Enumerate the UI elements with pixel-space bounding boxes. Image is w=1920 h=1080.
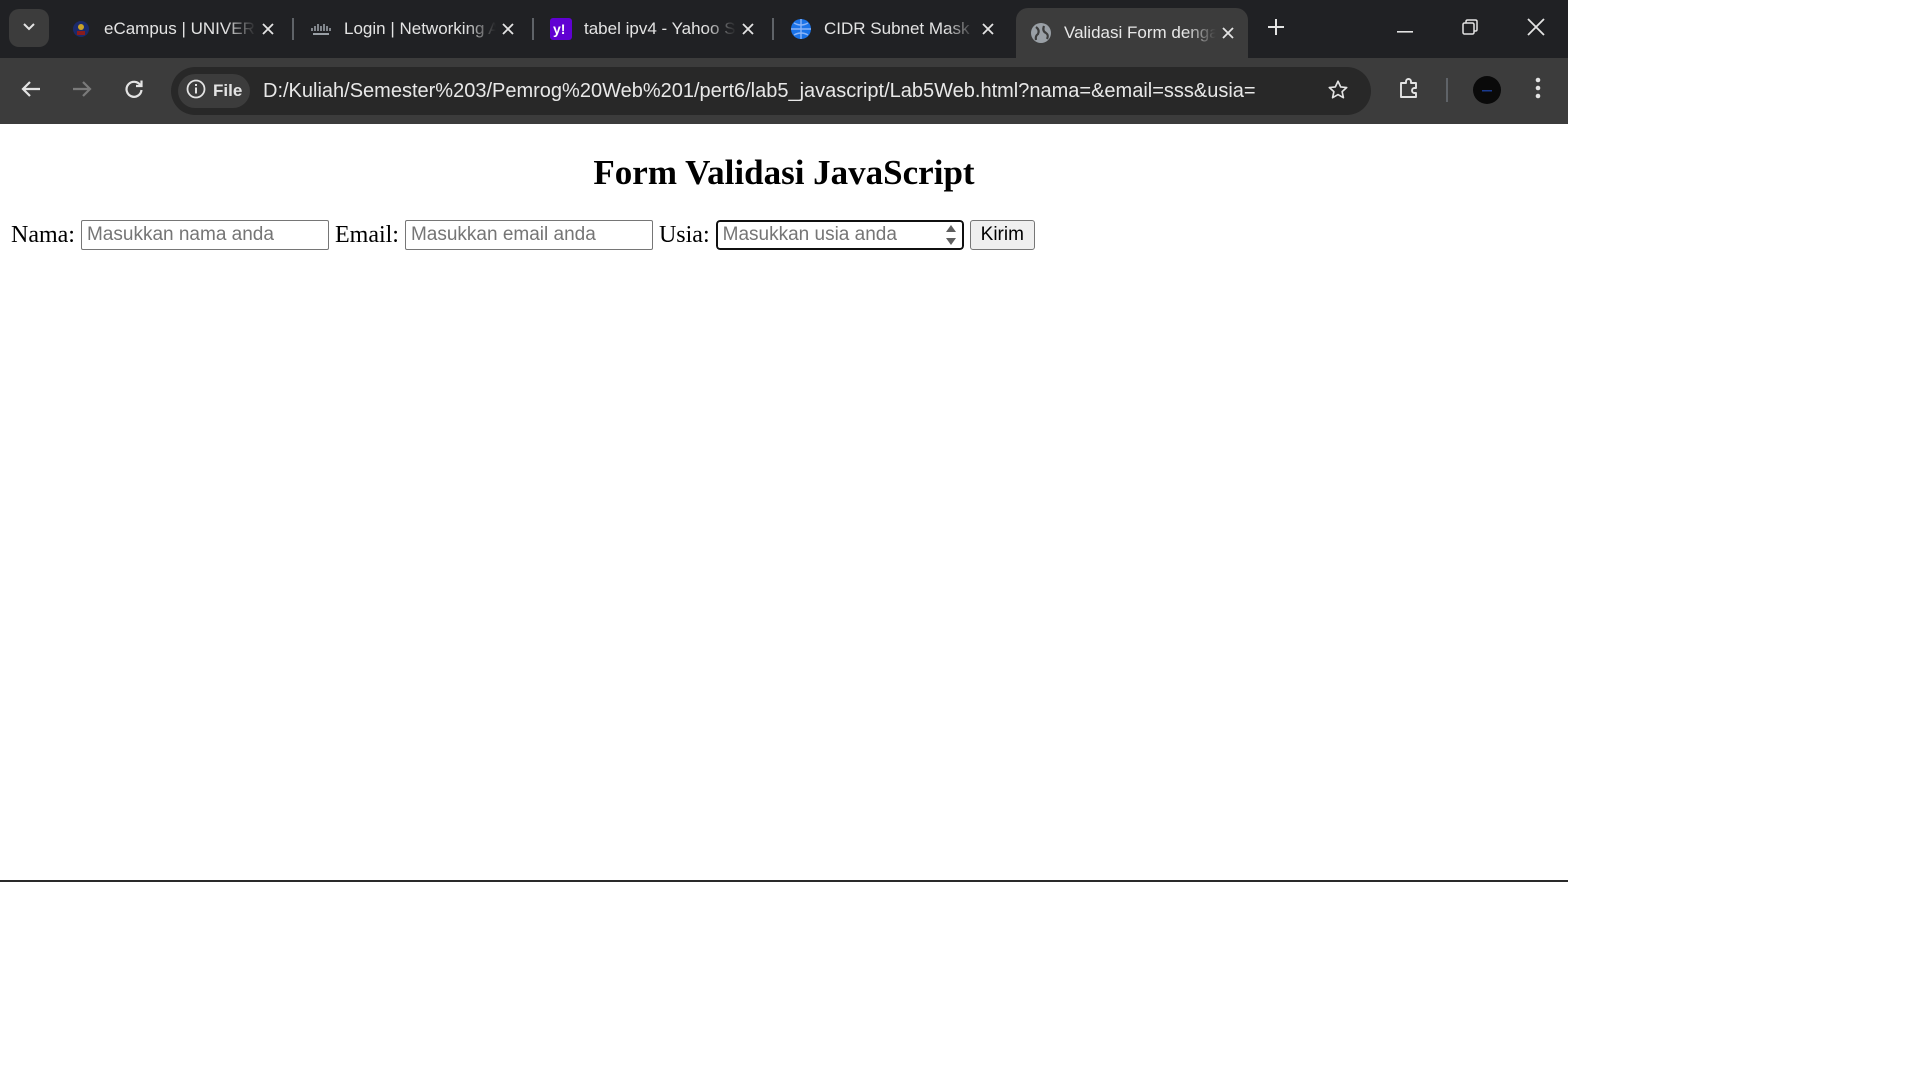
tab-separator (772, 18, 774, 40)
cisco-favicon-icon (310, 18, 332, 40)
tab-separator (532, 18, 534, 40)
puzzle-icon (1397, 76, 1421, 105)
tab-title: Validasi Form dengan JavaScript (1064, 23, 1216, 42)
minimize-button[interactable] (1387, 12, 1423, 46)
globe-blue-favicon-icon (790, 18, 812, 40)
usia-input[interactable] (714, 219, 965, 251)
nama-input[interactable] (80, 220, 329, 250)
close-icon (1527, 17, 1545, 41)
profile-avatar[interactable] (1473, 76, 1501, 104)
new-tab-button[interactable] (1262, 15, 1290, 43)
close-icon[interactable] (256, 17, 280, 41)
globe-favicon-icon (1030, 22, 1052, 44)
back-button[interactable] (15, 75, 47, 107)
forward-button[interactable] (66, 75, 98, 107)
toolbar-divider (1446, 78, 1448, 102)
tab-ecampus[interactable]: eCampus | UNIVERSITAS (56, 8, 288, 50)
tab-cidr-subnet-mask[interactable]: CIDR Subnet Mask (776, 8, 1008, 50)
bookmark-button[interactable] (1323, 77, 1353, 107)
restore-icon (1462, 18, 1478, 40)
avatar-icon (1482, 81, 1492, 99)
number-spinner[interactable] (944, 223, 958, 247)
minimize-icon (1397, 20, 1413, 38)
browser-toolbar: File D:/Kuliah/Semester%203/Pemrog%20Web… (0, 58, 1568, 124)
site-info-chip[interactable]: File (178, 74, 250, 108)
more-vertical-icon (1535, 77, 1541, 104)
page-title: Form Validasi JavaScript (593, 153, 975, 192)
usia-label: Usia: (658, 221, 710, 248)
nama-label: Nama: (11, 221, 75, 248)
tab-separator (292, 18, 294, 40)
chevron-down-icon (22, 19, 36, 37)
chip-label: File (213, 81, 243, 100)
arrow-right-icon (72, 80, 92, 103)
close-icon[interactable] (736, 17, 760, 41)
extensions-button[interactable] (1393, 74, 1425, 106)
tab-title: Login | Networking Academy (344, 19, 496, 38)
svg-text:y!: y! (553, 21, 565, 37)
email-label: Email: (334, 221, 399, 248)
close-icon[interactable] (1216, 21, 1240, 45)
close-window-button[interactable] (1518, 12, 1554, 46)
kirim-button[interactable]: Kirim (969, 220, 1035, 250)
tab-title: tabel ipv4 - Yahoo Search (584, 19, 736, 38)
page-content: Form Validasi JavaScript Nama: Email: Us… (0, 124, 1568, 880)
reload-icon (124, 79, 144, 104)
close-icon[interactable] (496, 17, 520, 41)
email-input[interactable] (404, 220, 653, 250)
tab-networking-academy[interactable]: Login | Networking Academy (296, 8, 528, 50)
tab-strip: eCampus | UNIVERSITAS Login | Networking… (0, 0, 1568, 58)
url-text[interactable]: D:/Kuliah/Semester%203/Pemrog%20Web%201/… (263, 67, 1256, 115)
tab-title: CIDR Subnet Mask (824, 19, 970, 38)
star-icon (1327, 79, 1349, 106)
reload-button[interactable] (118, 75, 150, 107)
info-icon (186, 79, 206, 104)
address-bar[interactable]: File D:/Kuliah/Semester%203/Pemrog%20Web… (171, 67, 1371, 115)
validation-form: Nama: Email: Usia: Kirim (11, 219, 1035, 251)
tab-search-button[interactable] (9, 9, 49, 47)
plus-icon (1267, 18, 1285, 41)
tab-validasi-form[interactable]: Validasi Form dengan JavaScript (1016, 8, 1248, 58)
usia-field-wrapper (714, 219, 965, 251)
tab-title: eCampus | UNIVERSITAS (104, 19, 256, 38)
browser-menu-button[interactable] (1524, 74, 1552, 106)
close-icon[interactable] (976, 17, 1000, 41)
window-bottom-edge (0, 880, 1568, 882)
yahoo-favicon-icon: y! (550, 18, 572, 40)
restore-button[interactable] (1452, 12, 1488, 46)
arrow-left-icon (21, 80, 41, 103)
tab-yahoo-search[interactable]: y! tabel ipv4 - Yahoo Search (536, 8, 768, 50)
university-favicon-icon (70, 18, 92, 40)
